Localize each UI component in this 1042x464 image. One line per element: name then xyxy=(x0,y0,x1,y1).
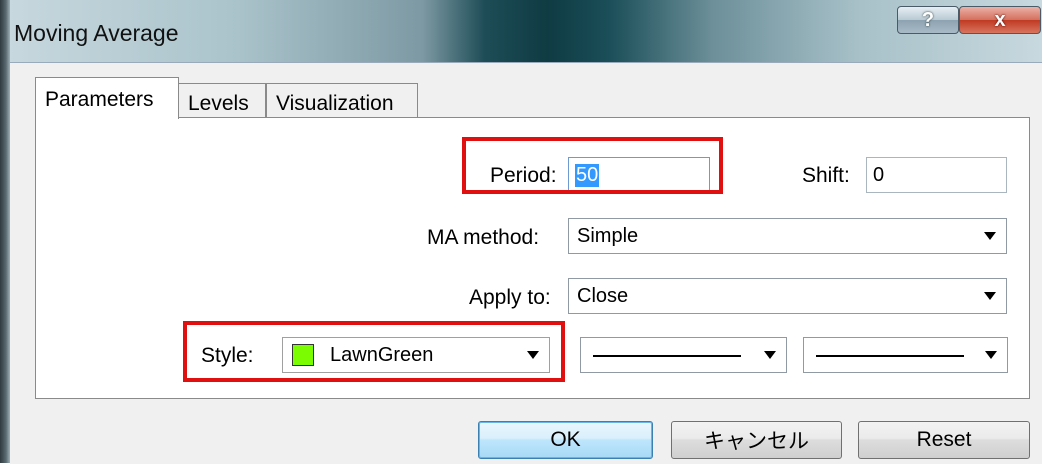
ma-method-select[interactable]: Simple xyxy=(568,218,1007,254)
chevron-down-icon xyxy=(984,292,996,300)
chevron-down-icon xyxy=(984,232,996,240)
cancel-label: キャンセル xyxy=(704,430,809,453)
period-value: 50 xyxy=(575,163,600,187)
shift-value: 0 xyxy=(873,163,885,186)
cancel-button[interactable]: キャンセル xyxy=(671,421,842,459)
ok-label: OK xyxy=(550,428,581,451)
dialog-body: Parameters Levels Visualization Period: … xyxy=(10,62,1042,464)
tab-label: Parameters xyxy=(45,88,154,111)
reset-label: Reset xyxy=(916,428,972,451)
shift-input[interactable]: 0 xyxy=(866,157,1007,193)
reset-button[interactable]: Reset xyxy=(858,421,1030,459)
parameters-panel: Period: 50 Shift: 0 MA method: Simple Ap… xyxy=(35,117,1030,399)
chevron-down-icon xyxy=(985,351,997,359)
dialog-window: Moving Average ? x Parameters Levels Vis… xyxy=(0,0,1042,464)
tab-visualization[interactable]: Visualization xyxy=(266,83,418,117)
color-swatch xyxy=(292,344,314,366)
apply-to-select[interactable]: Close xyxy=(568,278,1007,314)
style-label: Style: xyxy=(201,344,254,367)
line-width-select[interactable] xyxy=(580,337,787,373)
tab-parameters[interactable]: Parameters xyxy=(35,77,179,119)
line-style-sample xyxy=(816,355,964,357)
tab-label: Levels xyxy=(188,92,249,115)
ok-button[interactable]: OK xyxy=(478,421,653,459)
tab-levels[interactable]: Levels xyxy=(178,83,266,117)
style-color-select[interactable]: LawnGreen xyxy=(282,337,550,373)
title-bar[interactable]: Moving Average ? x xyxy=(10,0,1042,62)
help-button[interactable]: ? xyxy=(897,6,959,34)
chevron-down-icon xyxy=(527,351,539,359)
background-edge xyxy=(0,0,10,463)
window-title: Moving Average xyxy=(14,20,179,46)
tab-label: Visualization xyxy=(276,92,394,115)
period-label: Period: xyxy=(490,164,557,187)
style-color-name: LawnGreen xyxy=(330,344,434,366)
close-button[interactable]: x xyxy=(959,6,1041,34)
line-width-sample xyxy=(593,355,741,357)
apply-to-value: Close xyxy=(577,284,629,307)
chevron-down-icon xyxy=(764,351,776,359)
close-icon: x xyxy=(994,8,1006,31)
ma-method-label: MA method: xyxy=(427,226,540,249)
ma-method-value: Simple xyxy=(577,224,639,247)
help-icon: ? xyxy=(921,8,935,31)
line-style-select[interactable] xyxy=(803,337,1008,373)
period-input[interactable]: 50 xyxy=(568,157,710,193)
shift-label: Shift: xyxy=(802,164,850,187)
apply-to-label: Apply to: xyxy=(469,286,551,309)
